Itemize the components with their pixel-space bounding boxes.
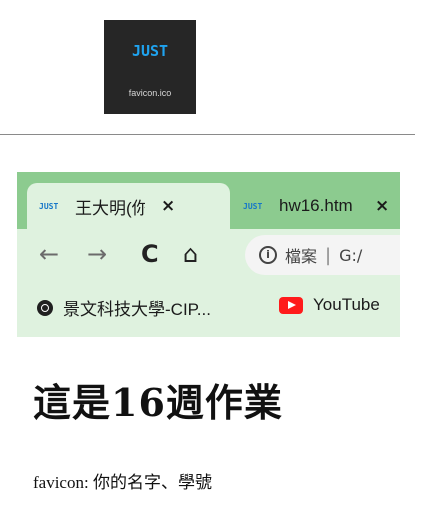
address-url[interactable]: G:/ [339,246,362,265]
reload-icon[interactable]: C [141,239,159,269]
tab-favicon-icon: JUST [243,201,263,211]
info-icon[interactable]: i [259,246,277,264]
back-arrow-icon[interactable]: ← [39,239,59,269]
bookmark-label: 景文科技大學-CIP... [63,300,211,319]
bookmark-item[interactable]: 景文科技大學-CIP... [37,295,211,320]
favicon-logo: JUST [131,42,169,60]
tab-close-icon[interactable]: × [375,196,389,216]
page-caption: favicon: 你的名字、學號 [33,473,212,492]
tab-title: hw16.htm [279,196,353,215]
browser-toolbar: ← → C ⌂ i 檔案 | G:/ [17,229,400,281]
forward-arrow-icon[interactable]: → [87,239,107,269]
home-icon[interactable]: ⌂ [183,239,198,269]
address-scheme-label: 檔案 [285,247,318,266]
browser-window: JUST 王大明(你 × JUST hw16.htm × ← → C ⌂ i 檔… [17,172,400,337]
address-separator: | [325,244,332,266]
tab-strip: JUST 王大明(你 × JUST hw16.htm × [17,172,400,229]
page-heading: 這是16週作業 [33,380,283,425]
bookmarks-bar: 景文科技大學-CIP... YouTube [17,281,400,337]
divider [0,134,415,135]
bookmark-item[interactable]: YouTube [279,295,380,315]
favicon-filename: favicon.ico [128,88,172,98]
globe-icon [37,299,53,316]
bookmark-label: YouTube [313,295,380,314]
tab-inactive[interactable]: JUST hw16.htm × [231,183,400,229]
tab-title: 王大明(你 [75,198,145,218]
address-bar[interactable]: i 檔案 | G:/ [245,235,400,275]
youtube-icon [279,296,303,314]
favicon-preview: JUST favicon.ico [104,20,196,114]
tab-active[interactable]: JUST 王大明(你 × [27,183,230,229]
tab-close-icon[interactable]: × [161,196,175,216]
tab-favicon-icon: JUST [39,201,59,211]
